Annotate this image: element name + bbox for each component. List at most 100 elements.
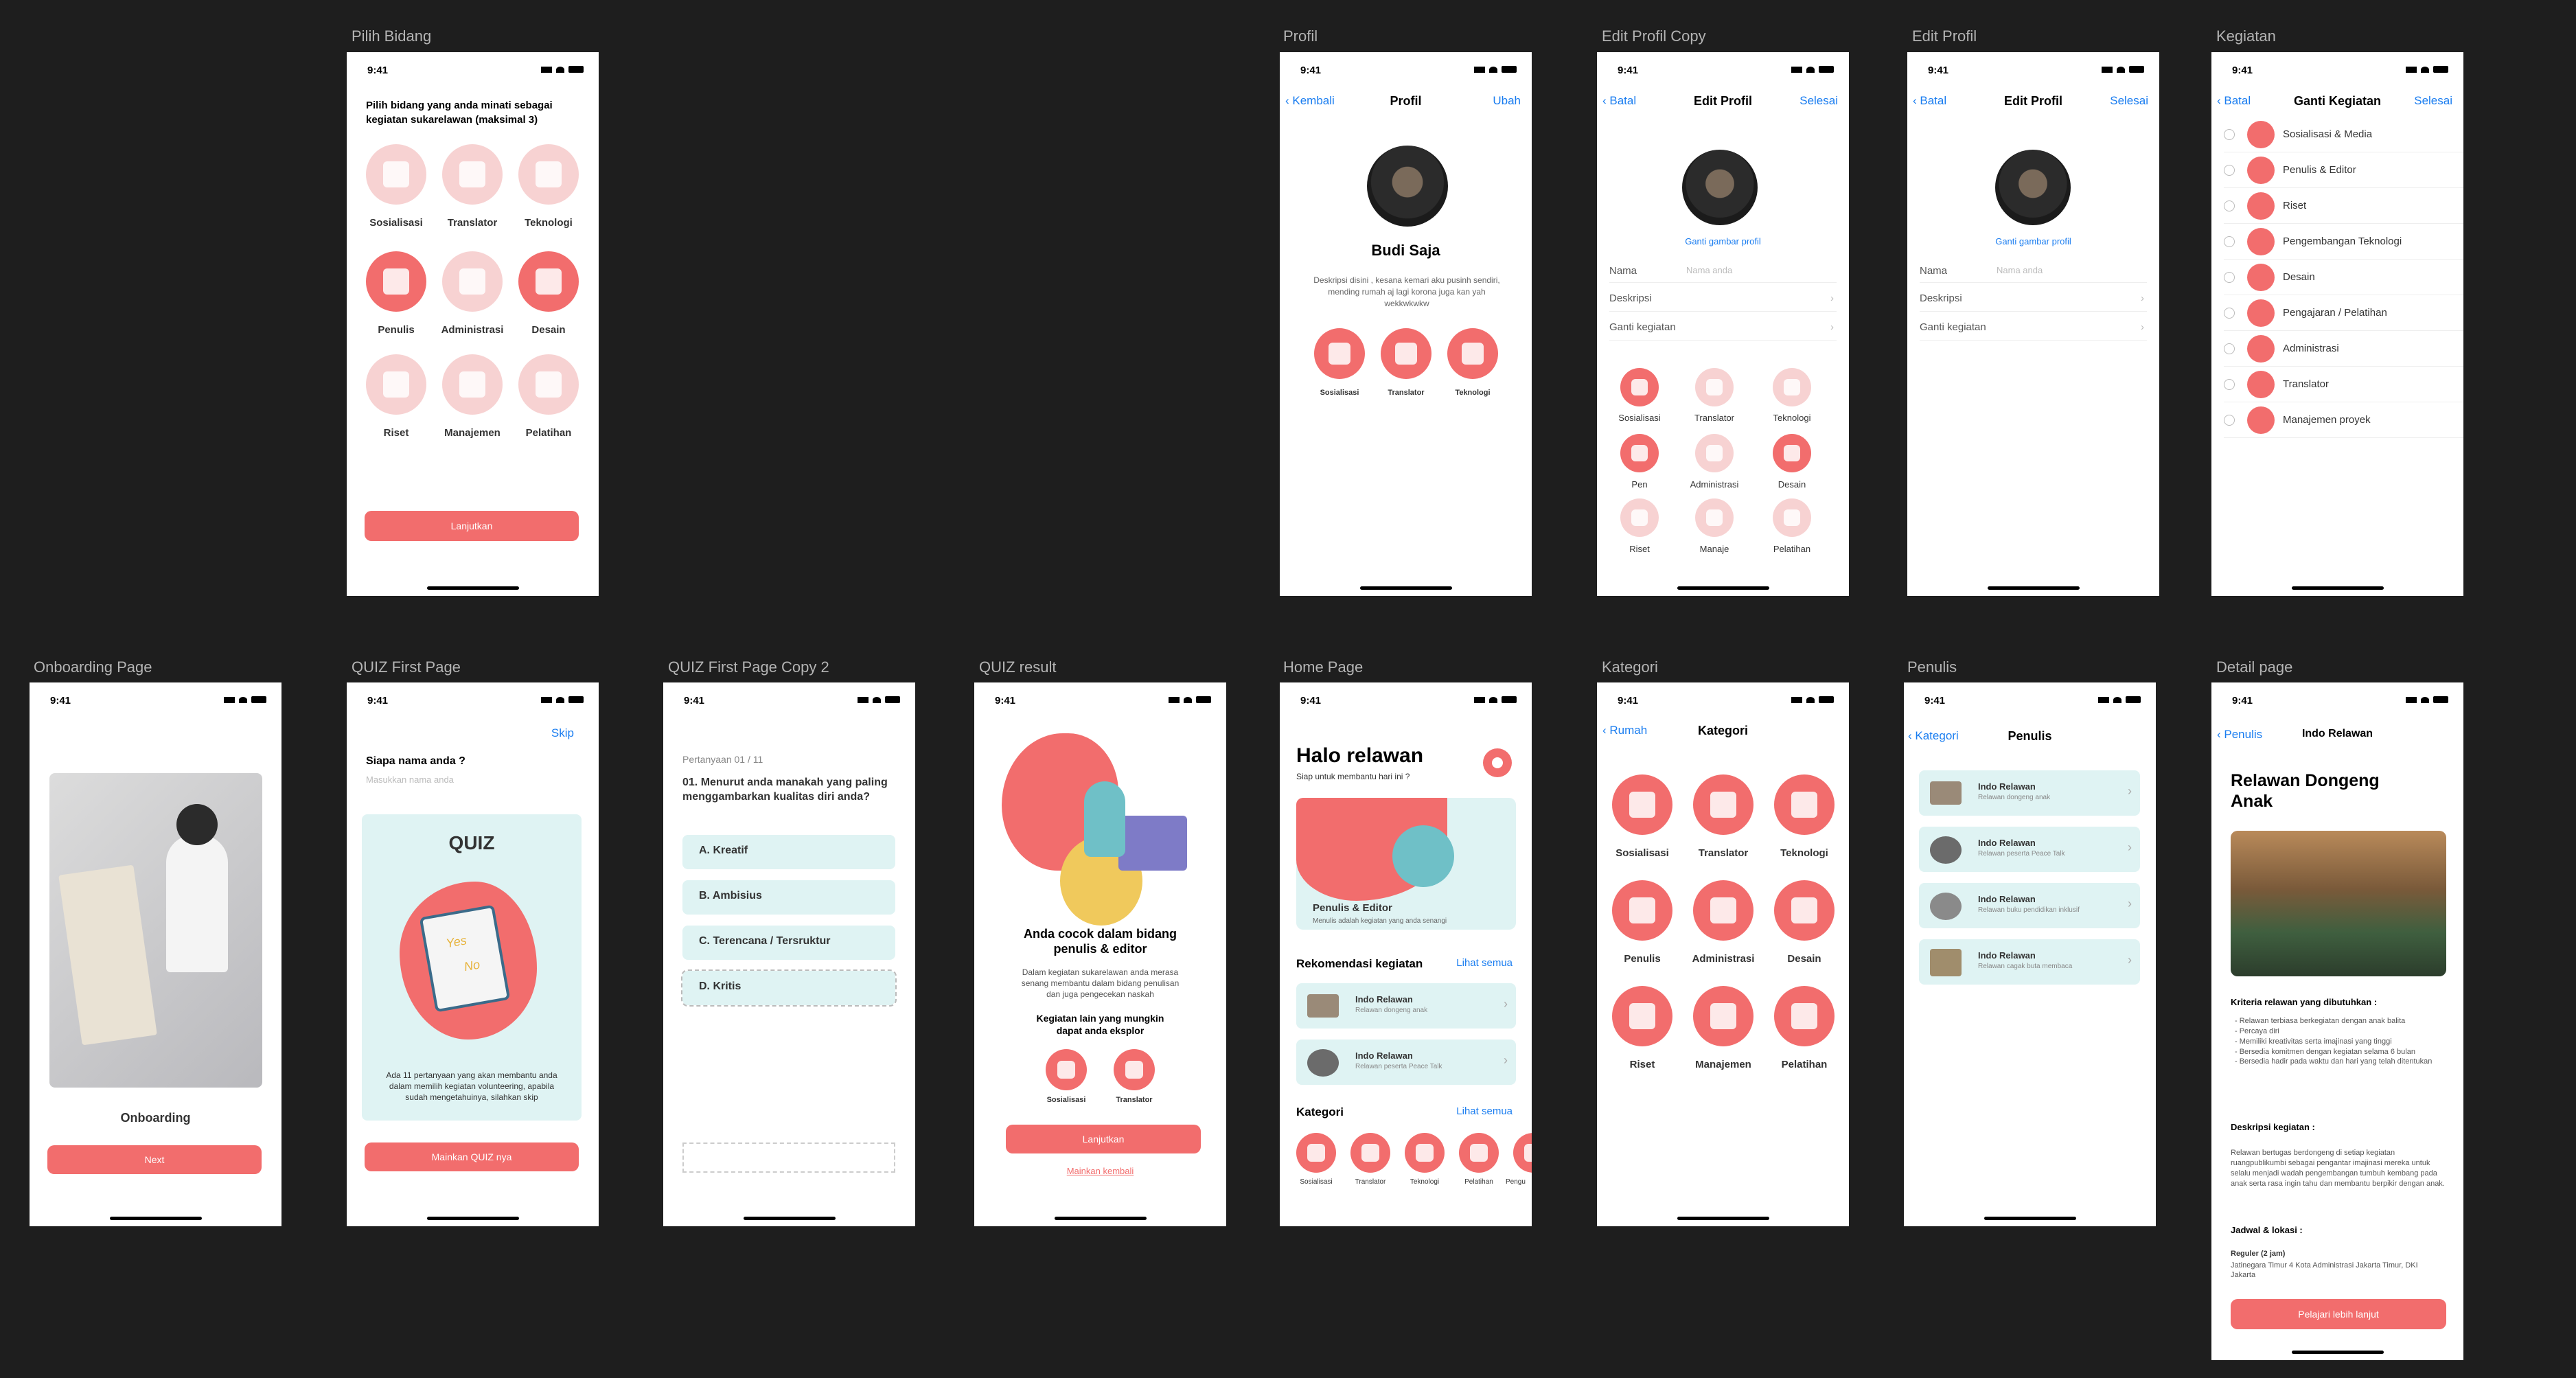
administrasi-icon[interactable]	[1695, 434, 1734, 472]
sosialisasi-option[interactable]	[1612, 774, 1672, 835]
status-icons	[2102, 66, 2144, 73]
radio-button[interactable]	[2224, 200, 2235, 211]
list-item[interactable]: Sosialisasi & Media	[2224, 117, 2463, 152]
desain-option[interactable]	[1774, 880, 1835, 941]
tag-label: Translator	[1388, 389, 1425, 397]
teknologi-icon[interactable]	[1773, 368, 1811, 406]
radio-button[interactable]	[2224, 128, 2235, 140]
translator-option[interactable]	[1693, 774, 1753, 835]
pengu-icon[interactable]	[1513, 1133, 1532, 1173]
option-a[interactable]: A. Kreatif	[682, 835, 895, 869]
riset-icon[interactable]	[1620, 498, 1659, 537]
book-illustration	[58, 864, 157, 1046]
pelatihan-icon[interactable]	[1773, 498, 1811, 537]
penulis-option[interactable]	[366, 251, 426, 312]
list-item[interactable]: Penulis & Editor	[2224, 152, 2463, 188]
teknologi-icon[interactable]	[1405, 1133, 1445, 1173]
radio-button[interactable]	[2224, 164, 2235, 176]
list-item[interactable]: Indo Relawan Relawan dongeng anak ›	[1919, 770, 2140, 816]
status-icons	[1474, 66, 1517, 73]
manajemen-option[interactable]	[1693, 986, 1753, 1046]
see-all-link[interactable]: Lihat semua	[1456, 957, 1513, 969]
list-item[interactable]: Translator	[2224, 367, 2463, 402]
desain-option[interactable]	[518, 251, 579, 312]
list-item[interactable]: Administrasi	[2224, 331, 2463, 367]
desain-icon[interactable]	[1773, 434, 1811, 472]
change-photo-link[interactable]: Ganti gambar profil	[1907, 236, 2159, 246]
sosialisasi-icon[interactable]	[1046, 1049, 1087, 1090]
list-item[interactable]: Indo Relawan Relawan buku pendidikan ink…	[1919, 883, 2140, 928]
list-item[interactable]: Desain	[2224, 260, 2463, 295]
skip-button[interactable]: Skip	[551, 726, 574, 740]
status-icons	[1169, 696, 1211, 703]
selesai-button[interactable]: Selesai	[2110, 94, 2148, 108]
name-input[interactable]: Masukkan nama anda	[366, 774, 454, 785]
radio-button[interactable]	[2224, 343, 2235, 354]
featured-banner[interactable]: Penulis & Editor Menulis adalah kegiatan…	[1296, 798, 1516, 930]
radio-button[interactable]	[2224, 414, 2235, 426]
criteria-item: - Bersedia hadir pada waktu dan hari yan…	[2235, 1057, 2433, 1066]
ubah-button[interactable]: Ubah	[1493, 94, 1521, 108]
teknologi-option[interactable]	[1774, 774, 1835, 835]
teknologi-option[interactable]	[518, 144, 579, 205]
recommendation-card[interactable]: Indo Relawan Relawan dongeng anak ›	[1296, 983, 1516, 1029]
pen-icon[interactable]	[1620, 434, 1659, 472]
option-c[interactable]: C. Terencana / Tersruktur	[682, 926, 895, 960]
manajemen-option[interactable]	[442, 354, 503, 415]
name-field[interactable]: Nama Nama anda	[1920, 258, 2147, 283]
see-all-categories-link[interactable]: Lihat semua	[1456, 1105, 1513, 1117]
sosialisasi-option[interactable]	[366, 144, 426, 205]
option-b[interactable]: B. Ambisius	[682, 880, 895, 915]
translator-icon[interactable]	[1695, 368, 1734, 406]
sosialisasi-icon[interactable]	[1296, 1133, 1336, 1173]
recommendation-card[interactable]: Indo Relawan Relawan peserta Peace Talk …	[1296, 1040, 1516, 1085]
chevron-right-icon: ›	[1830, 321, 1834, 333]
activity-field[interactable]: Ganti kegiatan ›	[1609, 313, 1837, 341]
lanjutkan-button[interactable]: Lanjutkan	[365, 511, 579, 541]
riset-option[interactable]	[1612, 986, 1672, 1046]
administrasi-option[interactable]	[1693, 880, 1753, 941]
list-item[interactable]: Riset	[2224, 188, 2463, 224]
option-label: Manajemen	[444, 427, 501, 439]
list-item[interactable]: Indo Relawan Relawan cagak buta membaca …	[1919, 939, 2140, 985]
schedule-location: Jatinegara Timur 4 Kota Administrasi Jak…	[2231, 1261, 2418, 1280]
play-quiz-button[interactable]: Mainkan QUIZ nya	[365, 1142, 579, 1171]
sosialisasi-icon[interactable]	[1620, 368, 1659, 406]
profile-icon[interactable]	[1483, 748, 1512, 777]
description-field[interactable]: Deskripsi ›	[1609, 284, 1837, 312]
option-d[interactable]: D. Kritis	[681, 969, 897, 1007]
riset-option[interactable]	[366, 354, 426, 415]
learn-more-button[interactable]: Pelajari lebih lanjut	[2231, 1299, 2446, 1329]
translator-icon[interactable]	[1350, 1133, 1390, 1173]
pelatihan-option[interactable]	[1774, 986, 1835, 1046]
list-item[interactable]: Manajemen proyek	[2224, 402, 2463, 438]
administrasi-option[interactable]	[442, 251, 503, 312]
radio-button[interactable]	[2224, 236, 2235, 247]
item-label: Translator	[1694, 413, 1735, 423]
next-button[interactable]: Next	[47, 1145, 262, 1174]
radio-button[interactable]	[2224, 271, 2235, 283]
penulis-option[interactable]	[1612, 880, 1672, 941]
list-item[interactable]: Pengajaran / Pelatihan	[2224, 295, 2463, 331]
manajemen-icon[interactable]	[1695, 498, 1734, 537]
change-photo-link[interactable]: Ganti gambar profil	[1597, 236, 1849, 246]
translator-icon[interactable]	[1114, 1049, 1155, 1090]
criteria-list: - Relawan terbiasa berkegiatan dengan an…	[2235, 1016, 2441, 1067]
description-field[interactable]: Deskripsi ›	[1920, 284, 2147, 312]
replay-link[interactable]: Mainkan kembali	[974, 1166, 1226, 1176]
selesai-button[interactable]: Selesai	[2414, 94, 2452, 108]
list-item[interactable]: Indo Relawan Relawan peserta Peace Talk …	[1919, 827, 2140, 872]
option-label: C. Terencana / Tersruktur	[699, 935, 831, 947]
pelatihan-icon[interactable]	[1459, 1133, 1499, 1173]
radio-button[interactable]	[2224, 307, 2235, 319]
list-item[interactable]: Pengembangan Teknologi	[2224, 224, 2463, 260]
item-subtitle: Relawan buku pendidikan inklusif	[1978, 906, 2080, 914]
name-field[interactable]: Nama Nama anda	[1609, 258, 1837, 283]
lanjutkan-button[interactable]: Lanjutkan	[1006, 1125, 1201, 1153]
selesai-button[interactable]: Selesai	[1799, 94, 1838, 108]
radio-button[interactable]	[2224, 378, 2235, 390]
pelatihan-option[interactable]	[518, 354, 579, 415]
translator-option[interactable]	[442, 144, 503, 205]
option-label: Riset	[383, 427, 409, 439]
activity-field[interactable]: Ganti kegiatan ›	[1920, 313, 2147, 341]
